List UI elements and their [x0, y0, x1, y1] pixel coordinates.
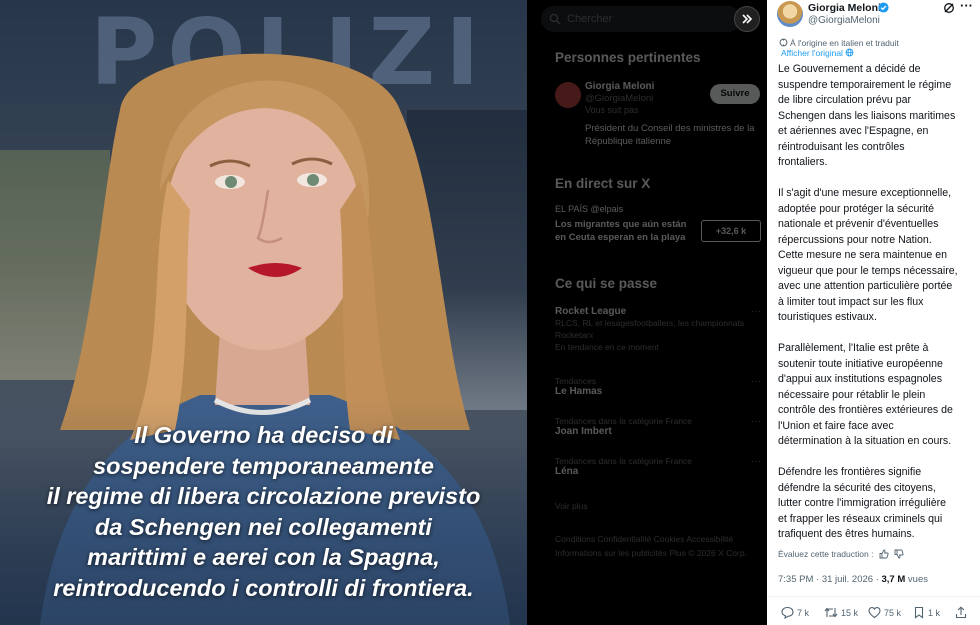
- footer-links[interactable]: Conditions Confidentialité Cookies Acces…: [555, 532, 755, 560]
- views-label: vues: [905, 574, 928, 585]
- tweet-paragraph: Il s'agit d'une mesure exceptionnelle, a…: [778, 187, 958, 323]
- live-source: EL PAÍS @elpais: [555, 204, 624, 214]
- more-options-icon[interactable]: ···: [960, 0, 973, 13]
- rate-translation: Évaluez cette traduction :: [778, 549, 904, 559]
- sidebar-overlay: Chercher Personnes pertinentes Giorgia M…: [527, 0, 767, 625]
- trend-item[interactable]: Tendances dans la catégorie France Joan …: [555, 416, 761, 437]
- like-button[interactable]: 75 k: [868, 606, 901, 619]
- search-input[interactable]: Chercher: [541, 6, 741, 32]
- follow-button[interactable]: Suivre: [710, 84, 760, 104]
- translation-label: À l'origine en italien et traduit: [790, 38, 899, 48]
- trend-context: Tendances: [555, 376, 597, 386]
- tweet-text: Le Gouvernement a décidé de suspendre te…: [778, 62, 978, 558]
- tweet-paragraph: Défendre les frontières signifie défendr…: [778, 466, 947, 540]
- caption-line: marittimi e aerei con la Spagna,: [87, 544, 440, 570]
- globe-icon: [845, 48, 854, 57]
- repost-count: 15 k: [841, 608, 859, 618]
- heart-icon: [868, 607, 881, 619]
- trend-context: Tendances dans la catégorie France: [555, 416, 693, 426]
- search-placeholder: Chercher: [567, 13, 613, 25]
- show-original-label: Afficher l'original: [781, 48, 843, 58]
- show-original-link[interactable]: Afficher l'original: [781, 48, 854, 58]
- tweet-panel: Giorgia Meloni @GiorgiaMeloni ··· À l'or…: [767, 0, 980, 625]
- translate-icon: [779, 38, 788, 47]
- trends-title: Ce qui se passe: [555, 276, 658, 291]
- repost-icon: [824, 607, 838, 618]
- like-count: 75 k: [884, 608, 902, 618]
- action-bar: 7 k 15 k 75 k 1 k: [767, 596, 980, 625]
- trend-item[interactable]: Tendances Le Hamas ···: [555, 376, 761, 397]
- live-item[interactable]: EL PAÍS @elpais Los migrantes que aún es…: [555, 204, 761, 244]
- verified-badge-icon: [878, 2, 889, 13]
- repost-button[interactable]: 15 k: [824, 606, 858, 619]
- more-icon[interactable]: ···: [751, 376, 761, 387]
- caption-line: reintroducendo i controlli di frontiera.: [53, 574, 474, 601]
- post-image[interactable]: POLIZI Il Governo ha deciso di sospender…: [0, 0, 527, 625]
- tweet-time[interactable]: 7:35 PM · 31 juil. 2026 ·: [778, 574, 882, 585]
- caption-line: sospendere temporaneamente: [93, 452, 434, 479]
- trend-name: Léna: [555, 466, 579, 477]
- trend-item[interactable]: Tendances dans la catégorie France Léna …: [555, 456, 761, 477]
- author-name[interactable]: Giorgia Meloni: [808, 2, 881, 14]
- more-icon[interactable]: ···: [751, 306, 761, 317]
- translation-note: À l'origine en italien et traduit: [779, 38, 899, 48]
- follow-status: Vous suit pas: [585, 105, 639, 115]
- caption-line: Il Governo ha deciso di: [134, 422, 393, 448]
- caption-line: il regime di libera circolazione previst…: [46, 483, 481, 509]
- reply-count: 7 k: [797, 608, 810, 618]
- bookmark-count: 1 k: [928, 608, 941, 618]
- tweet-meta: 7:35 PM · 31 juil. 2026 · 3,7 M vues: [778, 574, 928, 585]
- bookmark-button[interactable]: 1 k: [913, 606, 940, 619]
- tweet-paragraph: Le Gouvernement a décidé de suspendre te…: [778, 63, 956, 168]
- more-icon[interactable]: ···: [751, 416, 761, 427]
- trend-description: RLCS, RL et lesagesfootballers, les cham…: [555, 318, 745, 340]
- tweet-paragraph: Parallèlement, l'Italie est prête à sout…: [778, 342, 953, 447]
- trend-item[interactable]: Rocket League RLCS, RL et lesagesfootbal…: [555, 306, 761, 353]
- author-handle[interactable]: @GiorgiaMeloni: [808, 15, 880, 26]
- user-name[interactable]: Giorgia Meloni: [585, 81, 654, 92]
- trend-name: Le Hamas: [555, 386, 603, 397]
- user-bio: Président du Conseil des ministres de la…: [585, 123, 755, 147]
- image-caption: Il Governo ha deciso di sospendere tempo…: [0, 420, 527, 603]
- thumbs-up-icon[interactable]: [879, 549, 889, 559]
- bookmark-icon: [914, 606, 924, 619]
- trend-extra: En tendance en ce moment: [555, 342, 659, 352]
- expand-button[interactable]: [734, 6, 760, 32]
- search-icon: [549, 13, 561, 25]
- thumbs-down-icon[interactable]: [894, 549, 904, 559]
- share-button[interactable]: [955, 606, 970, 619]
- relevant-people-title: Personnes pertinentes: [555, 50, 701, 65]
- show-more-link[interactable]: Voir plus: [555, 500, 761, 512]
- live-badge: +32,6 k: [701, 220, 761, 242]
- trend-context: Tendances dans la catégorie France: [555, 456, 693, 466]
- trend-name: Rocket League: [555, 306, 627, 317]
- reply-icon: [781, 606, 794, 620]
- share-icon: [955, 606, 967, 619]
- more-icon[interactable]: ···: [751, 456, 761, 467]
- avatar[interactable]: [555, 82, 581, 108]
- live-title: En direct sur X: [555, 176, 651, 191]
- grok-icon[interactable]: [943, 2, 955, 14]
- live-headline[interactable]: Los migrantes que aún están en Ceuta esp…: [555, 218, 695, 244]
- caption-line: da Schengen nei collegamenti: [95, 513, 432, 540]
- views-count: 3,7 M: [881, 574, 906, 585]
- rate-translation-label: Évaluez cette traduction :: [778, 549, 874, 559]
- author-avatar[interactable]: [777, 1, 803, 27]
- user-handle: @GiorgiaMeloni: [585, 93, 654, 104]
- show-more-label: Voir plus: [555, 501, 588, 511]
- double-chevron-right-icon: [742, 14, 753, 24]
- reply-button[interactable]: 7 k: [781, 606, 810, 620]
- trend-name: Joan Imbert: [555, 426, 612, 437]
